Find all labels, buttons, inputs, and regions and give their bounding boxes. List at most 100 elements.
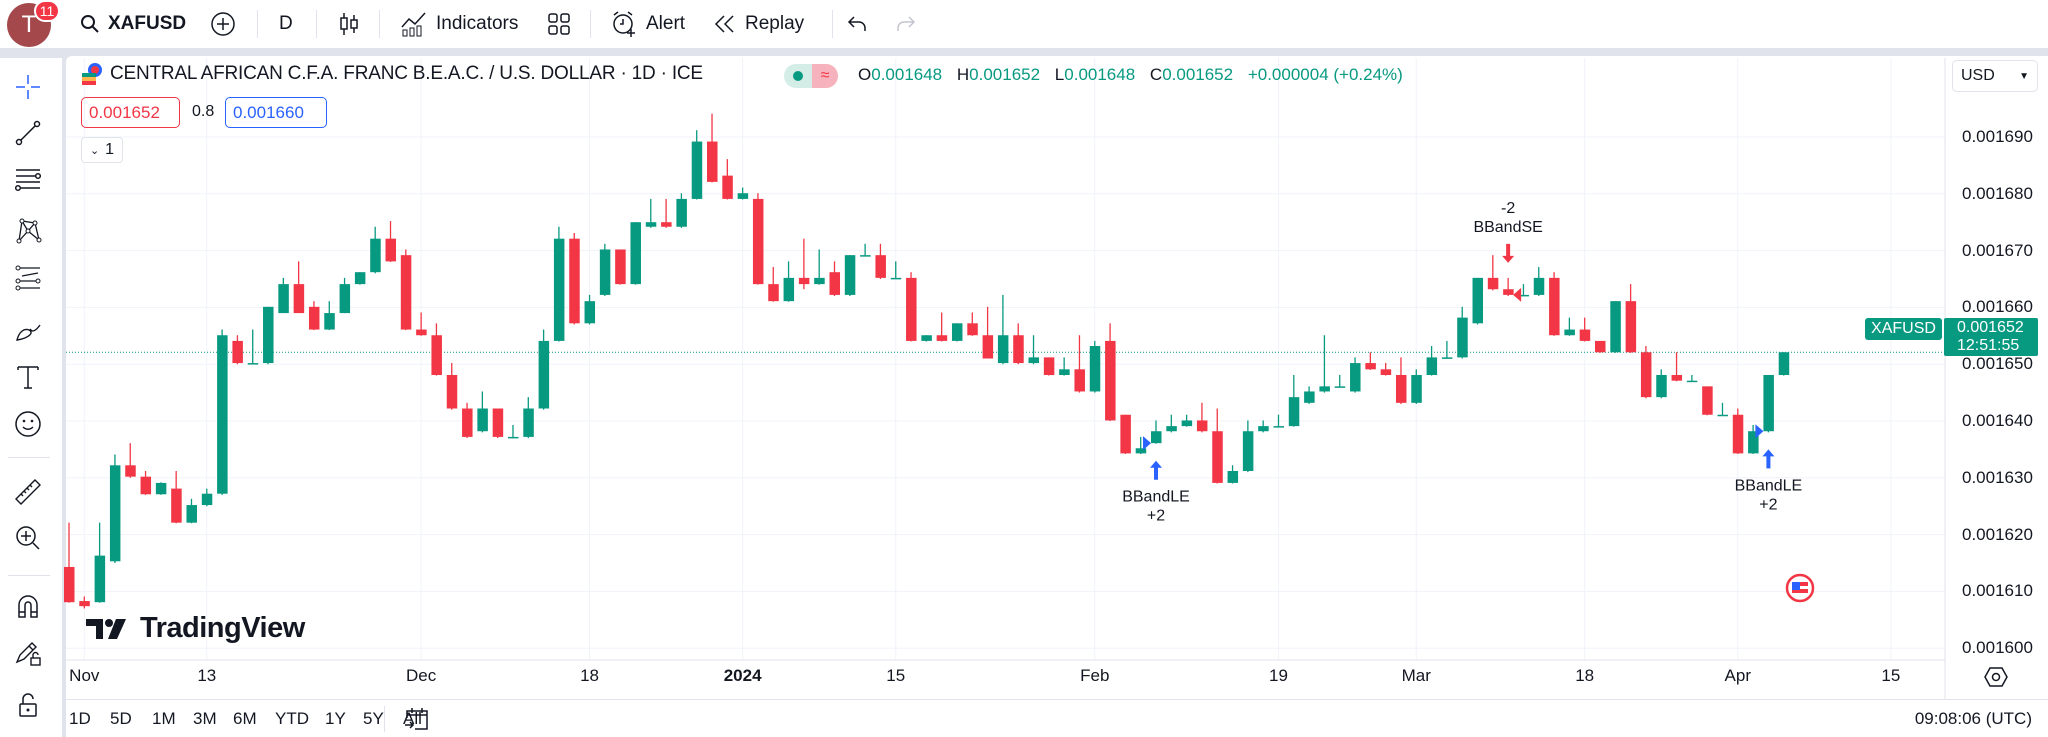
trend-line-tool[interactable] xyxy=(10,115,46,151)
low-label: L xyxy=(1054,65,1065,84)
prediction-tool[interactable] xyxy=(10,260,46,296)
drawing-toolbar xyxy=(0,58,62,737)
timezone-clock[interactable]: 09:08:06 (UTC) xyxy=(1915,709,2032,729)
unlock-icon xyxy=(19,693,37,717)
zoom-tool[interactable] xyxy=(10,520,46,556)
range-button-5y[interactable]: 5Y xyxy=(363,709,384,729)
measure-tool[interactable] xyxy=(10,474,46,510)
time-tick-label: 18 xyxy=(1575,666,1595,685)
currency-flag-icon xyxy=(82,63,102,85)
crosshair-tool[interactable] xyxy=(10,69,46,105)
time-tick-label: 15 xyxy=(886,666,906,685)
candles-icon xyxy=(340,13,358,35)
open-label: O xyxy=(858,65,872,84)
axis-settings-button[interactable] xyxy=(1984,666,2008,693)
price-tick-label: 0.001620 xyxy=(1962,524,2033,544)
sell-button[interactable]: 0.001652 xyxy=(81,97,180,128)
divider xyxy=(832,10,833,38)
pattern-icon xyxy=(16,218,42,244)
go-to-date-button[interactable] xyxy=(403,706,431,737)
magnet-tool[interactable] xyxy=(10,588,46,624)
indicators-collapse-button[interactable]: ⌄ 1 xyxy=(81,137,123,163)
time-tick-label: 2024 xyxy=(723,666,762,685)
collapse-count: 1 xyxy=(105,141,115,158)
alarm-clock-icon xyxy=(613,11,635,37)
divider xyxy=(590,10,591,38)
close-label: C xyxy=(1149,65,1163,84)
interval-button[interactable]: D xyxy=(279,0,293,48)
lock-drawings-tool[interactable] xyxy=(10,635,46,671)
interval-label: D xyxy=(279,13,293,34)
bottom-toolbar: 1D 5D 1M 3M 6M YTD 1Y 5Y All 09:08:06 (UTC) xyxy=(66,699,2048,737)
alert-label: Alert xyxy=(646,13,686,34)
undo-icon xyxy=(847,16,866,31)
data-delayed-icon: ≈ xyxy=(812,64,838,88)
pattern-tool[interactable] xyxy=(10,213,46,249)
indicators-label: Indicators xyxy=(436,13,519,34)
current-price-label: 0.001652 12:51:55 xyxy=(1944,318,2038,356)
tradingview-logo[interactable]: TradingView xyxy=(86,612,305,645)
fib-tool[interactable] xyxy=(10,161,46,197)
symbol-label: XAFUSD xyxy=(108,13,187,34)
calendar-arrow-icon xyxy=(405,708,428,730)
high-value: 0.001652 xyxy=(969,65,1041,84)
redo-button[interactable] xyxy=(895,0,917,48)
grid-icon xyxy=(548,13,570,35)
chart-title[interactable]: CENTRAL AFRICAN C.F.A. FRANC B.E.A.C. / … xyxy=(110,63,703,85)
brush-tool[interactable] xyxy=(10,312,46,348)
range-button-1m[interactable]: 1M xyxy=(152,709,176,729)
economic-event-button[interactable] xyxy=(1785,573,1815,608)
time-tick-label: Feb xyxy=(1080,666,1110,685)
rewind-icon xyxy=(714,15,734,33)
chart-pane[interactable] xyxy=(66,56,2048,737)
range-button-1d[interactable]: 1D xyxy=(69,709,91,729)
ohlc-legend: O0.001648 H0.001652 L0.001648 C0.001652 … xyxy=(858,65,1413,85)
range-button-1y[interactable]: 1Y xyxy=(325,709,346,729)
fib-retracement-icon xyxy=(14,169,42,192)
compare-button[interactable] xyxy=(210,0,236,48)
text-icon xyxy=(17,366,39,389)
undo-button[interactable] xyxy=(846,0,868,48)
bar-countdown: 12:51:55 xyxy=(1957,337,2020,354)
current-price: 0.001652 xyxy=(1957,319,2024,336)
plus-circle-icon xyxy=(211,12,235,36)
time-tick-label: 18 xyxy=(580,666,599,685)
top-toolbar: T 11 XAFUSD D Indicators Alert Replay xyxy=(0,0,2048,48)
text-tool[interactable] xyxy=(10,359,46,395)
redo-icon xyxy=(897,16,916,31)
brush-icon xyxy=(16,324,41,341)
lock-tool[interactable] xyxy=(10,687,46,723)
spread-value: 0.8 xyxy=(192,103,215,120)
range-button-6m[interactable]: 6M xyxy=(233,709,257,729)
price-tick-label: 0.001640 xyxy=(1962,411,2033,430)
time-tick-label: Apr xyxy=(1724,666,1752,685)
alert-button[interactable]: Alert xyxy=(610,0,685,48)
divider xyxy=(384,706,385,732)
indicators-icon xyxy=(401,12,426,37)
currency-label: USD xyxy=(1961,67,1995,84)
replay-button[interactable]: Replay xyxy=(713,0,804,48)
indicators-button[interactable]: Indicators xyxy=(400,0,518,48)
emoji-tool[interactable] xyxy=(10,406,46,442)
layouts-button[interactable] xyxy=(547,0,571,48)
currency-select[interactable]: USD ▼ xyxy=(1952,60,2038,92)
symbol-search-button[interactable]: XAFUSD xyxy=(80,0,186,48)
logo-text: TradingView xyxy=(140,612,305,644)
time-tick-label: 19 xyxy=(1269,666,1288,685)
range-button-3m[interactable]: 3M xyxy=(193,709,217,729)
time-tick-label: Dec xyxy=(406,666,437,685)
buy-button[interactable]: 0.001660 xyxy=(225,97,327,128)
price-tick-label: 0.001670 xyxy=(1962,240,2033,260)
price-tick-label: 0.001610 xyxy=(1962,581,2033,601)
divider xyxy=(316,10,317,38)
market-status-pill[interactable]: ≈ xyxy=(784,64,838,88)
gear-icon xyxy=(1984,667,2008,687)
chart-type-button[interactable] xyxy=(338,0,360,48)
range-button-ytd[interactable]: YTD xyxy=(275,709,309,729)
trend-line-icon xyxy=(15,120,41,146)
range-button-5d[interactable]: 5D xyxy=(110,709,132,729)
us-flag-icon xyxy=(1785,573,1815,603)
divider xyxy=(257,10,258,38)
change-value: +0.000004 (+0.24%) xyxy=(1247,65,1403,84)
time-tick-label: 13 xyxy=(197,666,217,685)
